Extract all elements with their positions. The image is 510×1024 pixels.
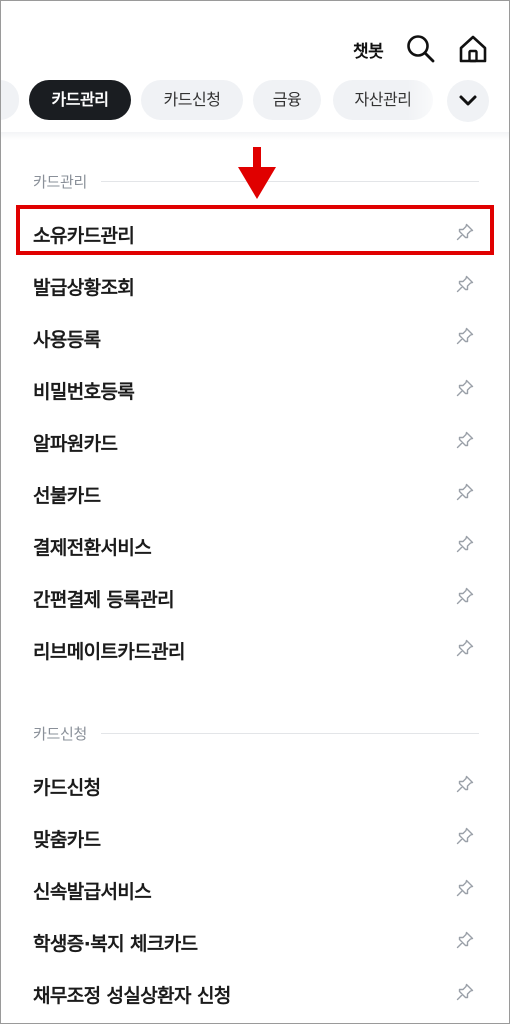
tab-previous[interactable]	[1, 80, 19, 120]
menu-item-label: 채무조정 성실상환자 신청	[33, 985, 231, 1007]
arrow-down-icon	[237, 147, 277, 199]
tab-card-application[interactable]: 카드신청	[141, 80, 243, 120]
menu-item-usage-registration[interactable]: 사용등록	[33, 316, 479, 356]
header-divider	[1, 132, 509, 140]
menu-item-label: 간편결제 등록관리	[33, 589, 175, 611]
menu-item-label: 알파원카드	[33, 433, 118, 455]
menu-item-custom-card[interactable]: 맞춤카드	[33, 816, 479, 856]
menu-item-label: 학생증·복지 체크카드	[33, 933, 198, 955]
menu-item-student-welfare-check-card[interactable]: 학생증·복지 체크카드	[33, 920, 479, 960]
pin-icon[interactable]	[455, 774, 475, 794]
pin-icon[interactable]	[455, 534, 475, 554]
tab-finance[interactable]: 금융	[253, 80, 321, 120]
chatbot-button[interactable]: 챗봇	[353, 37, 384, 62]
section-title-label: 카드관리	[33, 171, 102, 192]
menu-item-label: 카드신청	[33, 777, 101, 799]
menu-item-label: 신속발급서비스	[33, 881, 152, 903]
menu-item-label: 결제전환서비스	[33, 537, 152, 559]
menu-item-label: 맞춤카드	[33, 829, 101, 851]
section-title-label: 카드신청	[33, 723, 102, 744]
menu-item-label: 리브메이트카드관리	[33, 641, 186, 663]
menu-item-prepaid-card[interactable]: 선불카드	[33, 472, 479, 512]
pin-icon[interactable]	[455, 878, 475, 898]
menu-item-debt-adjustment-application[interactable]: 채무조정 성실상환자 신청	[33, 972, 479, 1012]
menu-item-alpha-one-card[interactable]: 알파원카드	[33, 420, 479, 460]
category-tabs: 카드관리 카드신청 금융 자산관리	[1, 79, 509, 123]
menu-item-label: 선불카드	[33, 485, 101, 507]
menu-item-label: 사용등록	[33, 329, 101, 351]
pin-icon[interactable]	[455, 826, 475, 846]
pin-icon[interactable]	[455, 430, 475, 450]
highlight-box	[16, 205, 494, 255]
menu-item-card-application[interactable]: 카드신청	[33, 764, 479, 804]
search-icon[interactable]	[403, 31, 439, 67]
pin-icon[interactable]	[455, 482, 475, 502]
tab-card-management[interactable]: 카드관리	[29, 80, 131, 120]
pin-icon[interactable]	[455, 274, 475, 294]
top-bar: 챗봇	[1, 23, 509, 73]
home-icon[interactable]	[455, 31, 491, 67]
pin-icon[interactable]	[455, 982, 475, 1002]
section-title-card-application: 카드신청	[33, 723, 479, 744]
pin-icon[interactable]	[455, 930, 475, 950]
menu-item-label: 비밀번호등록	[33, 381, 135, 403]
pin-icon[interactable]	[455, 378, 475, 398]
pin-icon[interactable]	[455, 586, 475, 606]
menu-item-quick-issuance[interactable]: 신속발급서비스	[33, 868, 479, 908]
app-frame: 챗봇 카드관리 카드신청 금융 자산관리 카드관리 소유카드관리 발급상황조회 …	[0, 0, 510, 1024]
menu-item-payment-conversion[interactable]: 결제전환서비스	[33, 524, 479, 564]
pin-icon[interactable]	[455, 326, 475, 346]
chevron-down-icon[interactable]	[447, 80, 489, 122]
pin-icon[interactable]	[455, 638, 475, 658]
menu-item-livemate-card-management[interactable]: 리브메이트카드관리	[33, 628, 479, 668]
menu-item-password-registration[interactable]: 비밀번호등록	[33, 368, 479, 408]
menu-item-easy-pay-registration[interactable]: 간편결제 등록관리	[33, 576, 479, 616]
menu-item-label: 발급상황조회	[33, 277, 135, 299]
menu-item-issuance-status[interactable]: 발급상황조회	[33, 264, 479, 304]
